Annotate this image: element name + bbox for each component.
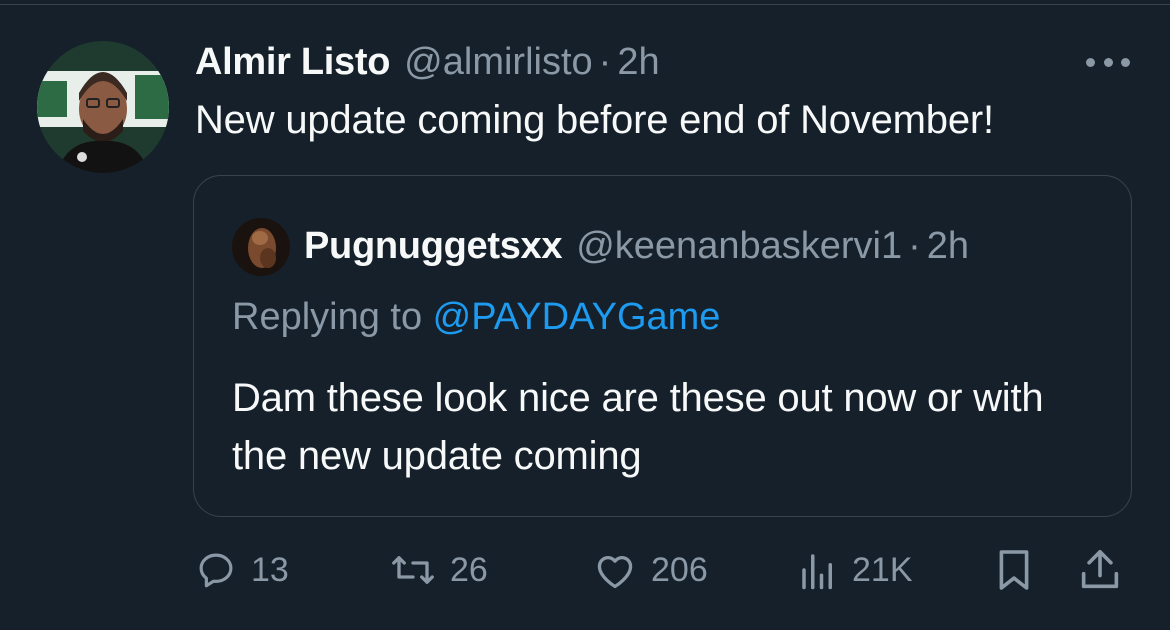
bookmark-icon [996, 548, 1032, 592]
bookmark-button[interactable] [996, 545, 1032, 595]
quoted-tweet-header: Pugnuggetsxx @keenanbaskervi1 · 2h [304, 222, 969, 270]
author-handle[interactable]: @almirlisto [404, 41, 592, 84]
more-dot [1103, 57, 1113, 67]
separator-dot: · [908, 224, 921, 267]
quoted-tweet-text: Dam these look nice are these out now or… [232, 376, 1044, 478]
replying-to-mention[interactable]: @PAYDAYGame [433, 296, 721, 338]
like-count: 206 [651, 550, 708, 589]
bar-chart-icon [798, 549, 838, 591]
retweet-arrows-icon [390, 549, 436, 591]
more-dot [1121, 57, 1130, 67]
retweet-count: 26 [450, 550, 488, 589]
quoted-author-avatar[interactable] [232, 218, 290, 276]
tweet-header: Almir Listo @almirlisto · 2h [195, 38, 660, 86]
quoted-tweet-timestamp[interactable]: 2h [927, 225, 969, 268]
replying-to-line: Replying to @PAYDAYGame [232, 296, 720, 339]
more-dots-icon[interactable] [1086, 54, 1130, 70]
top-divider [0, 4, 1170, 5]
share-button[interactable] [1080, 545, 1120, 595]
views-count: 21K [852, 550, 913, 589]
retweet-button[interactable]: 26 [390, 545, 488, 595]
author-avatar[interactable] [37, 41, 169, 173]
speech-bubble-icon [195, 549, 237, 591]
like-button[interactable]: 206 [593, 545, 708, 595]
tweet-action-bar: 13 26 206 21K [195, 545, 1135, 595]
quoted-author-display-name[interactable]: Pugnuggetsxx [304, 225, 563, 268]
heart-icon [593, 549, 637, 591]
quoted-author-handle[interactable]: @keenanbaskervi1 [576, 225, 902, 268]
replying-prefix: Replying to [232, 296, 433, 338]
reply-button[interactable]: 13 [195, 545, 289, 595]
author-display-name[interactable]: Almir Listo [195, 41, 390, 84]
tweet-timestamp[interactable]: 2h [617, 41, 659, 84]
views-button[interactable]: 21K [798, 545, 913, 595]
reply-count: 13 [251, 550, 289, 589]
tweet-text: New update coming before end of November… [195, 98, 994, 142]
more-dot [1086, 57, 1095, 67]
share-upload-icon [1080, 548, 1120, 592]
quoted-tweet-card[interactable]: Pugnuggetsxx @keenanbaskervi1 · 2h Reply… [193, 175, 1132, 517]
separator-dot: · [598, 40, 612, 83]
